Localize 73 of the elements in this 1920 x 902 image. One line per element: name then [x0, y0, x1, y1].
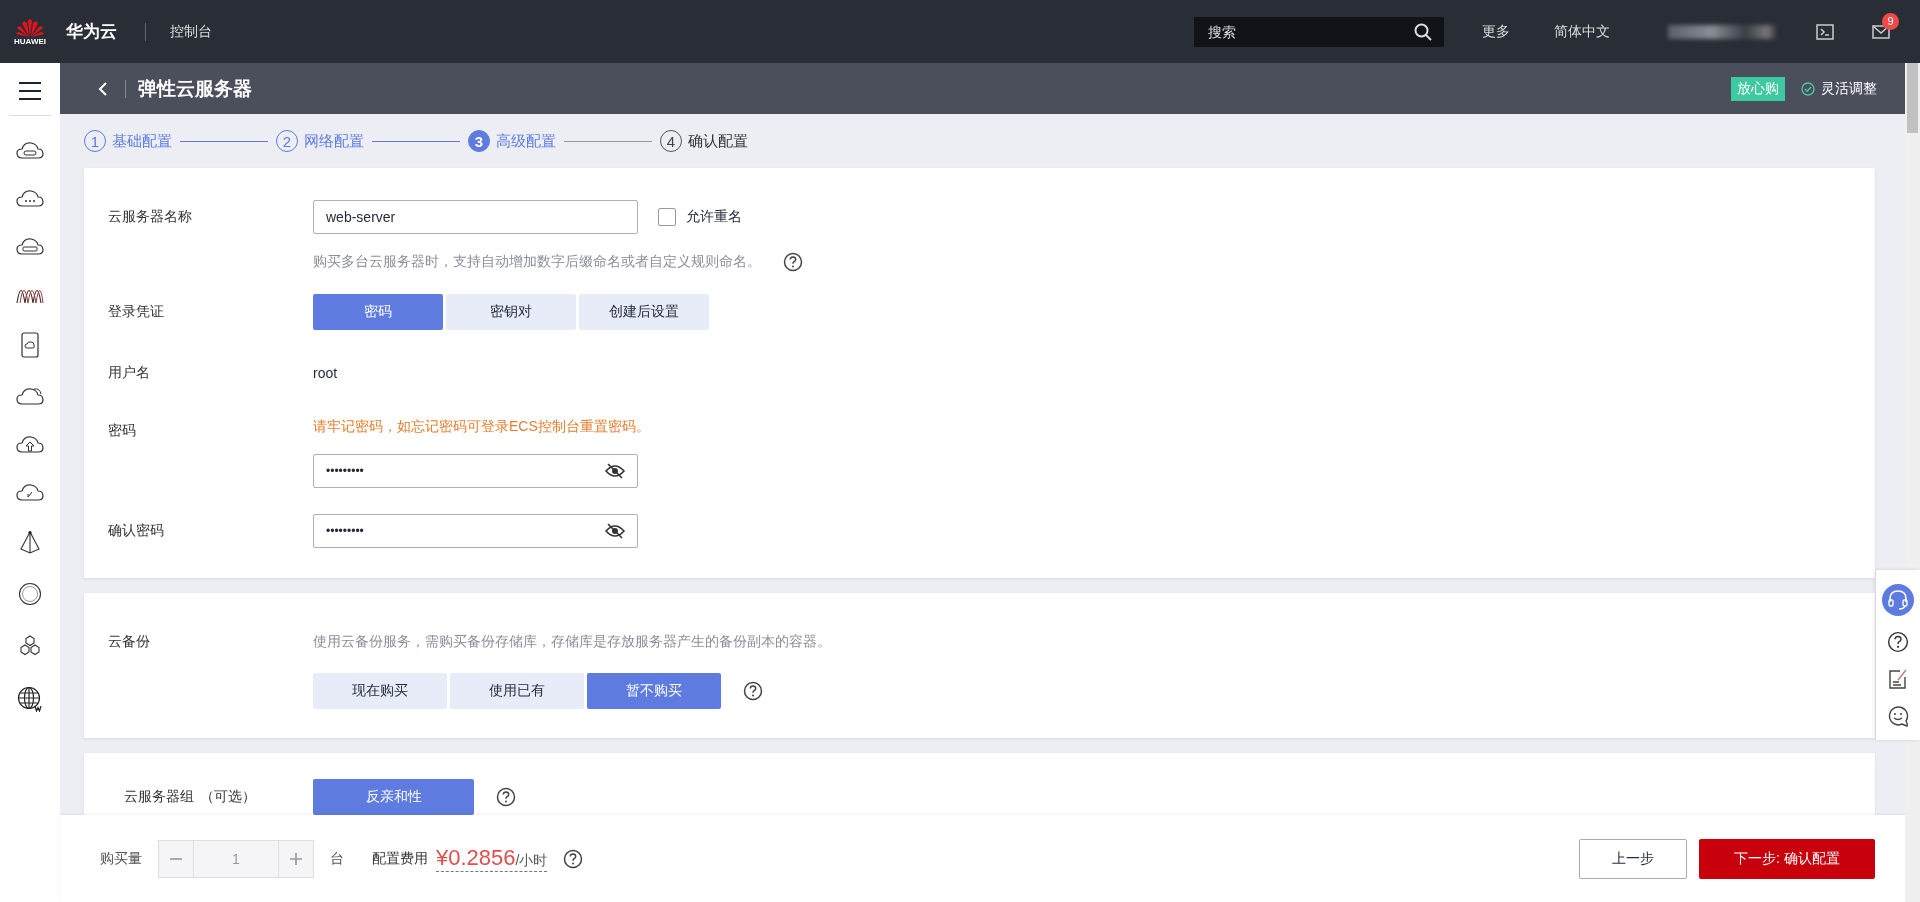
help-icon[interactable] — [743, 681, 763, 701]
top-link[interactable]: 更多 — [1482, 22, 1510, 41]
price[interactable]: ¥0.2856/小时 — [436, 845, 548, 872]
back-icon[interactable] — [97, 80, 109, 97]
search-field[interactable]: 搜索 — [1194, 16, 1444, 47]
scrollbar-thumb[interactable] — [1907, 63, 1918, 133]
eye-off-icon[interactable] — [605, 463, 625, 479]
clouds-icon[interactable] — [16, 386, 44, 406]
globe-icon[interactable] — [17, 686, 43, 712]
top-link[interactable]: 简体中文 — [1554, 22, 1610, 41]
field-label: 云备份 — [108, 633, 151, 651]
coin-icon[interactable] — [18, 582, 42, 606]
hexagons-icon[interactable] — [18, 634, 42, 658]
help-icon[interactable] — [783, 252, 803, 272]
credential-option[interactable]: 创建后设置 — [579, 294, 709, 330]
name-hint: 购买多台云服务器时，支持自动增加数字后缀命名或者自定义规则命名。 — [313, 253, 761, 271]
page-title: 弹性云服务器 — [138, 76, 252, 101]
allow-duplicate-checkbox[interactable]: 允许重名 — [658, 208, 742, 226]
help-icon[interactable] — [1887, 630, 1909, 653]
step: 1 基础配置 — [84, 130, 172, 152]
field-label: 用户名 — [108, 364, 151, 382]
smiley-icon[interactable] — [1887, 704, 1909, 727]
step: 3 高级配置 — [468, 130, 556, 152]
next-button[interactable]: 下一步: 确认配置 — [1699, 838, 1875, 879]
logo[interactable]: HUAWEI — [12, 17, 48, 46]
search-input[interactable]: 搜索 — [1206, 22, 1414, 41]
password-warning: 请牢记密码，如忘记密码可登录ECS控制台重置密码。 — [313, 418, 650, 436]
backup-description: 使用云备份服务，需购买备份存储库，存储库是存放服务器产生的备份副本的容器。 — [313, 633, 831, 651]
field-label: 云服务器组 （可选） — [124, 788, 257, 806]
promise-tag: 放心购 — [1731, 76, 1785, 101]
confirm-password-field[interactable]: ••••••••• — [313, 514, 638, 548]
field-label: 密码 — [108, 421, 137, 440]
mail-icon[interactable] — [1872, 24, 1890, 39]
check-circle-icon — [1801, 81, 1815, 96]
step: 4 确认配置 — [660, 130, 748, 152]
previous-button[interactable]: 上一步 — [1579, 838, 1687, 879]
menu-icon[interactable] — [18, 81, 42, 101]
cloud-icon[interactable] — [16, 188, 44, 208]
quantity-label: 购买量 — [100, 849, 142, 868]
terminal-icon[interactable] — [1816, 23, 1834, 40]
brand-name[interactable]: 华为云 — [66, 20, 117, 43]
server-name-field[interactable]: web-server — [313, 200, 638, 234]
cloud-upload-icon[interactable] — [16, 434, 44, 454]
server-group-option[interactable]: 反亲和性 — [313, 779, 474, 815]
field-label: 云服务器名称 — [108, 208, 193, 226]
flower-logo-icon — [15, 17, 45, 37]
help-icon[interactable] — [496, 787, 516, 807]
search-icon[interactable] — [1414, 22, 1432, 41]
eye-off-icon[interactable] — [605, 523, 625, 539]
step: 2 网络配置 — [276, 130, 364, 152]
field-label: 登录凭证 — [108, 303, 165, 321]
console-link[interactable]: 控制台 — [170, 22, 212, 41]
cloud-icon[interactable] — [16, 482, 44, 502]
username-value: root — [313, 365, 338, 381]
credential-option[interactable]: 密钥对 — [446, 294, 576, 330]
backup-option[interactable]: 暂不购买 — [587, 673, 721, 709]
credential-option[interactable]: 密码 — [313, 294, 443, 330]
flexible-adjust-link[interactable]: 灵活调整 — [1801, 79, 1877, 98]
field-label: 确认密码 — [108, 522, 165, 540]
help-icon[interactable] — [563, 848, 584, 869]
quantity-unit: 台 — [330, 849, 344, 868]
backup-option[interactable]: 使用已有 — [450, 673, 584, 709]
pyramid-icon[interactable] — [18, 530, 42, 554]
headset-icon[interactable] — [1887, 588, 1909, 611]
logo-text: HUAWEI — [14, 37, 46, 46]
fee-label: 配置费用 — [372, 849, 428, 868]
note-edit-icon[interactable] — [1888, 667, 1908, 690]
password-field[interactable]: ••••••••• — [313, 454, 638, 488]
user-avatar-blur[interactable] — [1668, 24, 1778, 39]
cloud-icon[interactable] — [16, 236, 44, 256]
cloud-icon[interactable] — [16, 140, 44, 160]
backup-option[interactable]: 现在购买 — [313, 673, 447, 709]
notification-badge: 9 — [1882, 12, 1899, 30]
